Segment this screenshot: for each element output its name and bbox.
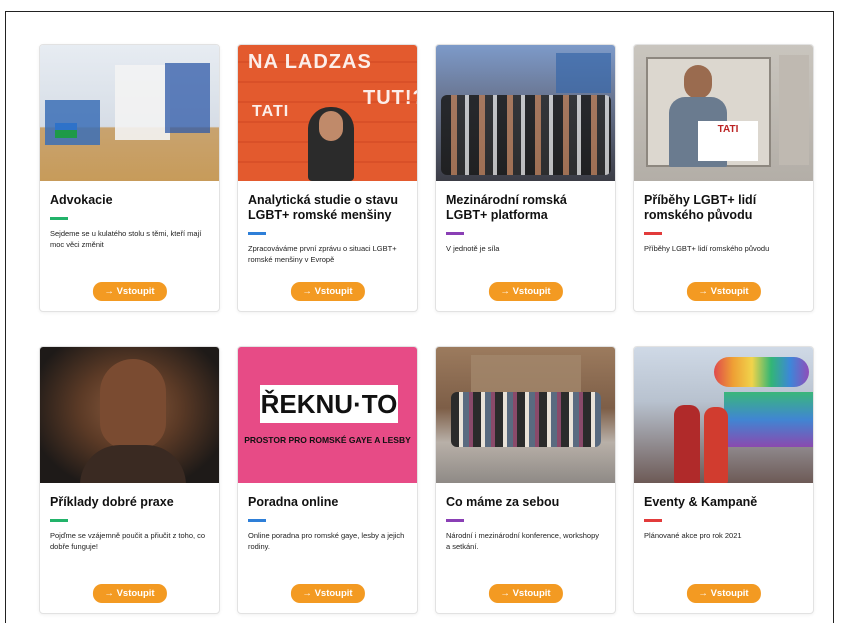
vstoupit-button[interactable]: → Vstoupit xyxy=(290,584,365,603)
card-advokacie[interactable]: Advokacie Sejdeme se u kulatého stolu s … xyxy=(39,44,220,312)
reknuto-logo: ŘEKNU·TO xyxy=(260,385,398,423)
card-image-poradna: ŘEKNU·TO PROSTOR PRO ROMSKÉ GAYE A LESBY xyxy=(238,347,417,483)
accent-bar xyxy=(446,519,464,522)
dancer-shape xyxy=(704,407,728,483)
card-title: Příklady dobré praxe xyxy=(50,495,174,509)
card-platforma[interactable]: Mezinárodní romská LGBT+ platforma V jed… xyxy=(435,44,616,312)
graffiti-text: NA LADZAS xyxy=(248,51,372,73)
card-title: Mezinárodní romská LGBT+ platforma xyxy=(446,193,567,222)
card-co-mame-za-sebou[interactable]: Co máme za sebou Národní i mezinárodní k… xyxy=(435,346,616,614)
page-frame: Advokacie Sejdeme se u kulatého stolu s … xyxy=(5,11,834,623)
card-analyticka-studie[interactable]: NA LADZAS TATI TUT!? Analytická studie o… xyxy=(237,44,418,312)
card-description: Zpracováváme první zprávu o situaci LGBT… xyxy=(248,244,397,264)
card-description: Online poradna pro romské gaye, lesby a … xyxy=(248,531,405,551)
card-title: Příběhy LGBT+ lidí romského původu xyxy=(644,193,757,222)
card-image-eventy xyxy=(634,347,813,483)
card-image-advokacie xyxy=(40,45,219,181)
sign-card: TATI xyxy=(698,121,758,161)
card-pribehy[interactable]: TATI Příběhy LGBT+ lidí romského původu … xyxy=(633,44,814,312)
reknuto-tagline: PROSTOR PRO ROMSKÉ GAYE A LESBY xyxy=(244,435,411,445)
graffiti-text: TUT!? xyxy=(363,87,417,109)
card-title: Poradna online xyxy=(248,495,339,509)
roma-flag-icon xyxy=(55,123,77,138)
accent-bar xyxy=(644,232,662,235)
vstoupit-button[interactable]: → Vstoupit xyxy=(290,282,365,301)
card-description: Sejdeme se u kulatého stolu s těmi, kteř… xyxy=(50,229,202,249)
vstoupit-button[interactable]: → Vstoupit xyxy=(488,584,563,603)
accent-bar xyxy=(248,519,266,522)
face-shape xyxy=(319,111,343,141)
accent-bar xyxy=(644,519,662,522)
vstoupit-button[interactable]: → Vstoupit xyxy=(488,282,563,301)
card-title: Co máme za sebou xyxy=(446,495,560,509)
card-image-analyticka-studie: NA LADZAS TATI TUT!? xyxy=(238,45,417,181)
graffiti-text: TATI xyxy=(252,103,290,120)
shoulders-shape xyxy=(80,445,186,483)
vstoupit-button[interactable]: → Vstoupit xyxy=(92,282,167,301)
card-title: Eventy & Kampaně xyxy=(644,495,758,509)
vstoupit-button[interactable]: → Vstoupit xyxy=(686,282,761,301)
card-description: V jednotě je síla xyxy=(446,244,500,253)
accent-bar xyxy=(50,217,68,220)
accent-bar xyxy=(446,232,464,235)
face-shape xyxy=(100,359,166,449)
card-priklady-dobre-praxe[interactable]: Příklady dobré praxe Pojďme se vzájemně … xyxy=(39,346,220,614)
group-of-people-shape xyxy=(451,392,601,447)
rainbow-balloons-shape xyxy=(714,357,809,387)
card-poradna-online[interactable]: ŘEKNU·TO PROSTOR PRO ROMSKÉ GAYE A LESBY… xyxy=(237,346,418,614)
accent-bar xyxy=(50,519,68,522)
accent-bar xyxy=(248,232,266,235)
card-description: Příběhy LGBT+ lidí romského původu xyxy=(644,244,770,253)
float-decoration-shape xyxy=(724,392,813,447)
card-title: Advokacie xyxy=(50,193,113,207)
flags-shape xyxy=(556,53,611,93)
window-shape xyxy=(165,63,210,133)
face-shape xyxy=(684,65,712,99)
card-description: Pojďme se vzájemně poučit a přiučit z to… xyxy=(50,531,206,551)
card-image-platforma xyxy=(436,45,615,181)
card-image-priklady xyxy=(40,347,219,483)
card-description: Národní i mezinárodní konference, worksh… xyxy=(446,531,599,551)
card-image-pribehy: TATI xyxy=(634,45,813,181)
rollup-banner-shape xyxy=(115,65,170,140)
card-description: Plánované akce pro rok 2021 xyxy=(644,531,742,540)
wall-shape xyxy=(779,55,809,165)
vstoupit-button[interactable]: → Vstoupit xyxy=(92,584,167,603)
card-title: Analytická studie o stavu LGBT+ romské m… xyxy=(248,193,399,222)
dancer-shape xyxy=(674,405,700,483)
group-of-people-shape xyxy=(441,95,611,175)
vstoupit-button[interactable]: → Vstoupit xyxy=(686,584,761,603)
card-image-co-mame xyxy=(436,347,615,483)
card-grid: Advokacie Sejdeme se u kulatého stolu s … xyxy=(39,44,814,614)
card-eventy-kampane[interactable]: Eventy & Kampaně Plánované akce pro rok … xyxy=(633,346,814,614)
